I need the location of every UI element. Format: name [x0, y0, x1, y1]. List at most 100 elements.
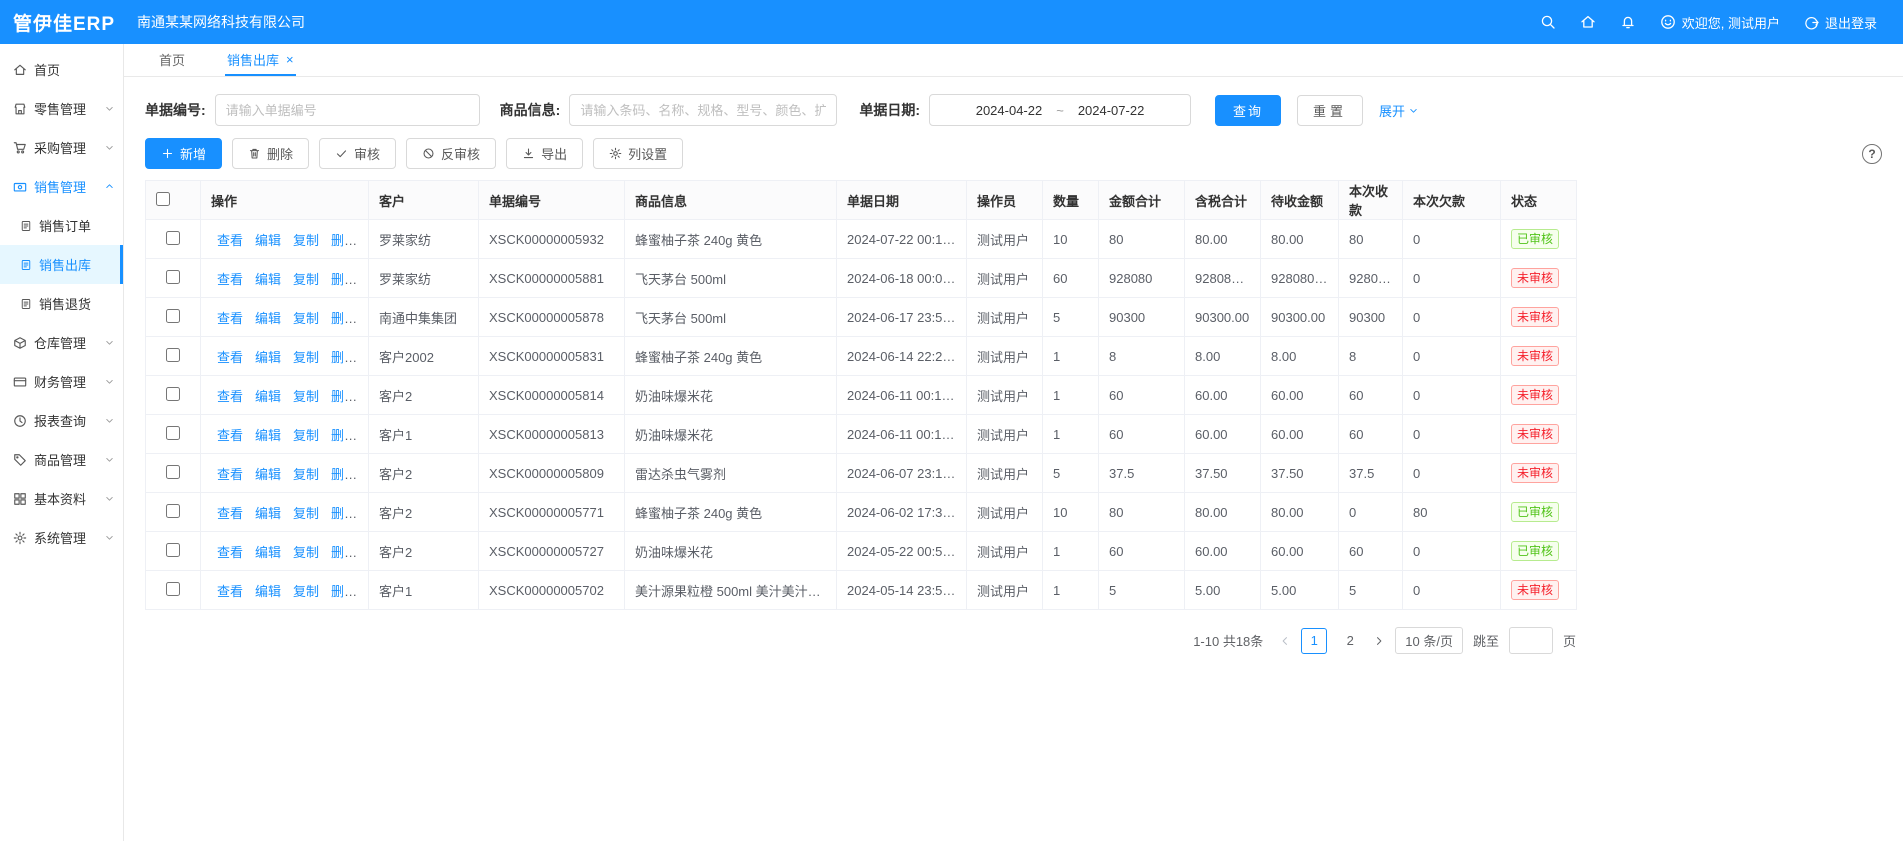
row-checkbox[interactable]: [166, 504, 180, 518]
edit-link[interactable]: 编辑: [255, 428, 281, 443]
row-checkbox[interactable]: [166, 270, 180, 284]
select-all-checkbox[interactable]: [156, 192, 170, 206]
delete-link[interactable]: 删除: [331, 428, 357, 443]
view-link[interactable]: 查看: [217, 428, 243, 443]
sidebar-item-product[interactable]: 商品管理: [0, 440, 123, 479]
page-button-2[interactable]: 2: [1337, 628, 1363, 654]
bill-no-input[interactable]: [215, 94, 480, 126]
audit-button[interactable]: 审核: [319, 138, 396, 169]
sidebar-item-retail[interactable]: 零售管理: [0, 89, 123, 128]
copy-link[interactable]: 复制: [293, 350, 319, 365]
edit-link[interactable]: 编辑: [255, 506, 281, 521]
view-link[interactable]: 查看: [217, 506, 243, 521]
sidebar-item-report[interactable]: 报表查询: [0, 401, 123, 440]
delete-link[interactable]: 删除: [331, 467, 357, 482]
tab-sales-outbound[interactable]: 销售出库 ×: [225, 44, 296, 76]
add-button[interactable]: 新增: [145, 138, 222, 169]
sidebar-item-sales-outbound[interactable]: 销售出库: [0, 245, 123, 284]
copy-link[interactable]: 复制: [293, 272, 319, 287]
sidebar-item-system[interactable]: 系统管理: [0, 518, 123, 557]
copy-link[interactable]: 复制: [293, 545, 319, 560]
delete-link[interactable]: 删除: [331, 272, 357, 287]
tab-home[interactable]: 首页: [157, 44, 187, 76]
view-link[interactable]: 查看: [217, 584, 243, 599]
edit-link[interactable]: 编辑: [255, 233, 281, 248]
prev-page-button[interactable]: [1279, 635, 1291, 647]
check-icon: [335, 147, 348, 160]
view-link[interactable]: 查看: [217, 311, 243, 326]
tab-label: 销售出库: [227, 50, 279, 69]
column-settings-button[interactable]: 列设置: [593, 138, 683, 169]
jump-page-input[interactable]: [1509, 627, 1553, 654]
reset-button[interactable]: 重置: [1297, 95, 1363, 126]
search-icon[interactable]: [1540, 14, 1556, 30]
row-checkbox[interactable]: [166, 309, 180, 323]
delete-link[interactable]: 删除: [331, 233, 357, 248]
edit-link[interactable]: 编辑: [255, 584, 281, 599]
sidebar-item-home[interactable]: 首页: [0, 50, 123, 89]
view-link[interactable]: 查看: [217, 467, 243, 482]
home-icon[interactable]: [1580, 14, 1596, 30]
row-checkbox[interactable]: [166, 231, 180, 245]
copy-link[interactable]: 复制: [293, 389, 319, 404]
sidebar-item-sales-order[interactable]: 销售订单: [0, 206, 123, 245]
bell-icon[interactable]: [1620, 14, 1636, 30]
delete-button[interactable]: 删除: [232, 138, 309, 169]
sidebar-item-warehouse[interactable]: 仓库管理: [0, 323, 123, 362]
edit-link[interactable]: 编辑: [255, 545, 281, 560]
sidebar-item-purchase[interactable]: 采购管理: [0, 128, 123, 167]
next-page-button[interactable]: [1373, 635, 1385, 647]
date-end[interactable]: 2024-07-22: [1078, 103, 1145, 118]
edit-link[interactable]: 编辑: [255, 467, 281, 482]
cell-qty: 1: [1043, 376, 1099, 415]
page-size-select[interactable]: 10 条/页: [1395, 627, 1463, 654]
row-checkbox[interactable]: [166, 465, 180, 479]
sidebar-item-basic-data[interactable]: 基本资料: [0, 479, 123, 518]
edit-link[interactable]: 编辑: [255, 350, 281, 365]
row-checkbox[interactable]: [166, 426, 180, 440]
sidebar-item-sales-return[interactable]: 销售退货: [0, 284, 123, 323]
table-row: 查看编辑复制删除罗莱家纺XSCK00000005881飞天茅台 500ml202…: [146, 259, 1577, 298]
delete-link[interactable]: 删除: [331, 389, 357, 404]
view-link[interactable]: 查看: [217, 545, 243, 560]
user-menu[interactable]: 欢迎您, 测试用户: [1660, 13, 1780, 32]
copy-link[interactable]: 复制: [293, 584, 319, 599]
row-checkbox[interactable]: [166, 387, 180, 401]
row-checkbox[interactable]: [166, 543, 180, 557]
logout-button[interactable]: 退出登录: [1804, 13, 1877, 32]
delete-link[interactable]: 删除: [331, 584, 357, 599]
row-checkbox[interactable]: [166, 582, 180, 596]
delete-link[interactable]: 删除: [331, 350, 357, 365]
copy-link[interactable]: 复制: [293, 428, 319, 443]
delete-link[interactable]: 删除: [331, 506, 357, 521]
row-checkbox[interactable]: [166, 348, 180, 362]
copy-link[interactable]: 复制: [293, 467, 319, 482]
table-row: 查看编辑复制删除罗莱家纺XSCK00000005932蜂蜜柚子茶 240g 黄色…: [146, 220, 1577, 259]
help-icon[interactable]: ?: [1862, 144, 1882, 164]
export-button[interactable]: 导出: [506, 138, 583, 169]
edit-link[interactable]: 编辑: [255, 272, 281, 287]
sidebar-item-sales[interactable]: 销售管理: [0, 167, 123, 206]
delete-link[interactable]: 删除: [331, 545, 357, 560]
expand-link[interactable]: 展开: [1379, 101, 1419, 120]
date-range-picker[interactable]: 2024-04-22 ~ 2024-07-22: [929, 94, 1191, 126]
copy-link[interactable]: 复制: [293, 311, 319, 326]
delete-link[interactable]: 删除: [331, 311, 357, 326]
view-link[interactable]: 查看: [217, 350, 243, 365]
sidebar-item-finance[interactable]: 财务管理: [0, 362, 123, 401]
close-icon[interactable]: ×: [286, 53, 294, 66]
page-button-1[interactable]: 1: [1301, 628, 1327, 654]
edit-link[interactable]: 编辑: [255, 389, 281, 404]
product-info-input[interactable]: [569, 94, 837, 126]
edit-link[interactable]: 编辑: [255, 311, 281, 326]
view-link[interactable]: 查看: [217, 272, 243, 287]
date-start[interactable]: 2024-04-22: [976, 103, 1043, 118]
search-button[interactable]: 查询: [1215, 95, 1281, 126]
cell-date: 2024-05-22 00:50:36: [837, 532, 967, 571]
view-link[interactable]: 查看: [217, 389, 243, 404]
unaudit-button[interactable]: 反审核: [406, 138, 496, 169]
copy-link[interactable]: 复制: [293, 233, 319, 248]
view-link[interactable]: 查看: [217, 233, 243, 248]
copy-link[interactable]: 复制: [293, 506, 319, 521]
chevron-down-icon: [104, 376, 115, 387]
